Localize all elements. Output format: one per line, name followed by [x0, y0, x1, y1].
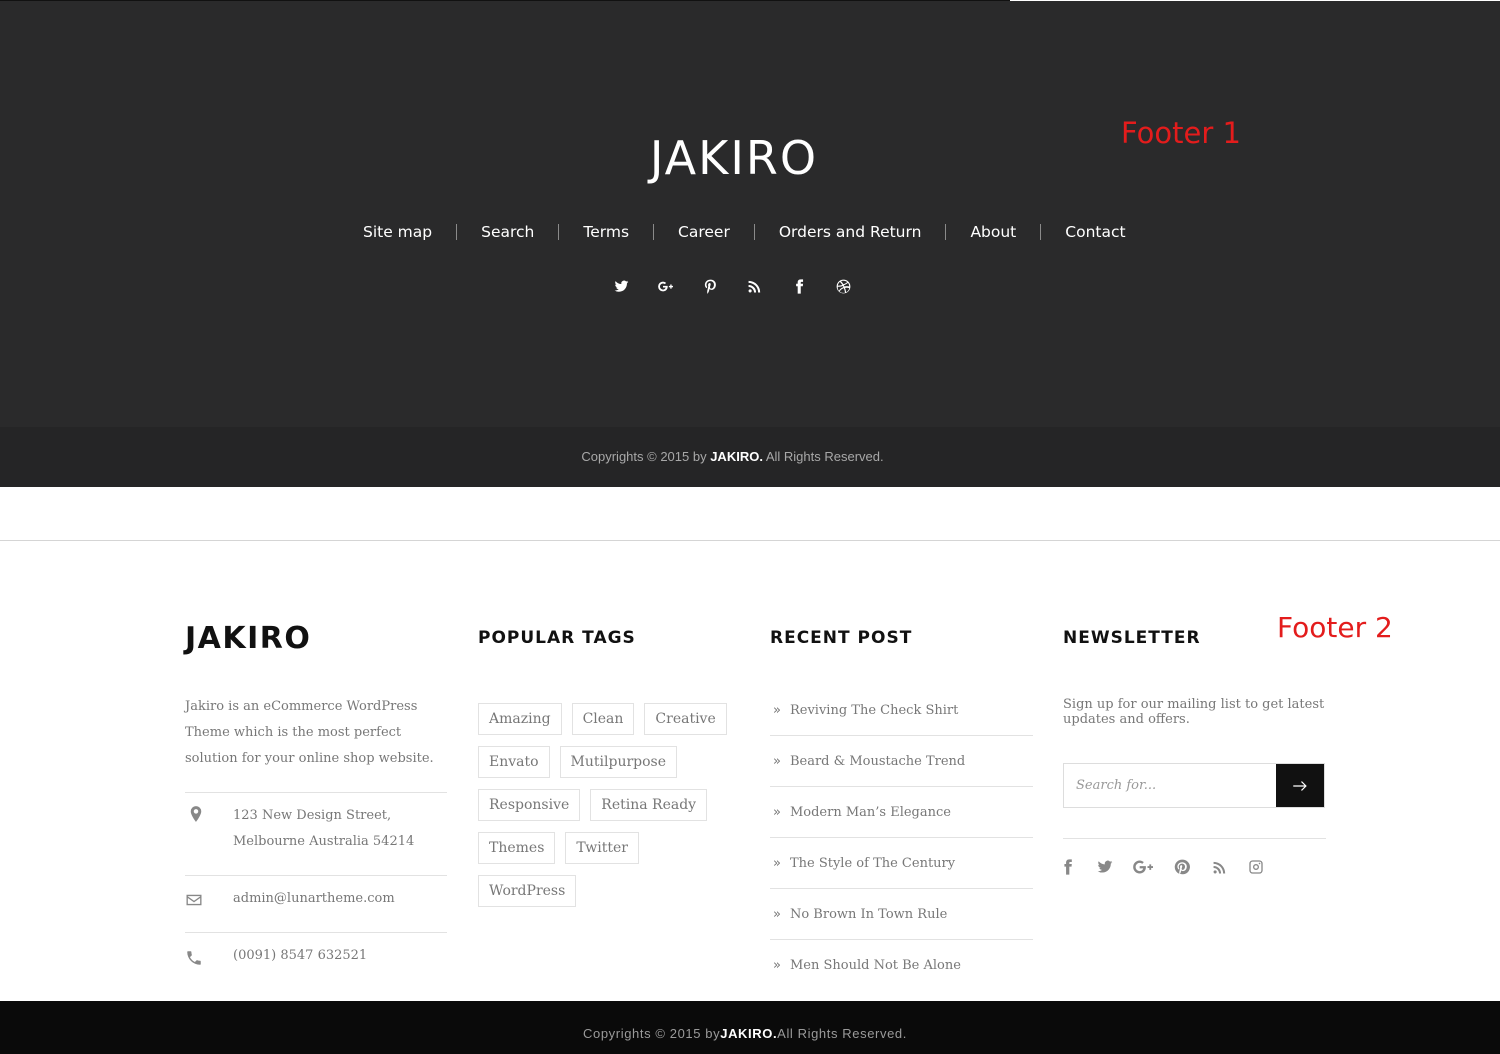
footer1-copyright: Copyrights © 2015 by JAKIRO. All Rights … — [0, 427, 1500, 487]
nav-orders-and-return[interactable]: Orders and Return — [755, 221, 946, 243]
about-text: Jakiro is an eCommerce WordPress Theme w… — [185, 699, 434, 766]
address-line-1: 123 New Design Street, — [233, 808, 392, 823]
phone-row: (0091) 8547 632521 — [185, 932, 447, 992]
post-title: The Style of The Century — [789, 855, 956, 871]
tag-retina-ready[interactable]: Retina Ready — [590, 789, 708, 821]
copyright-brand[interactable]: JAKIRO. — [710, 449, 763, 464]
recent-post-item[interactable]: » No Brown In Town Rule — [770, 889, 1033, 940]
nav-site-map[interactable]: Site map — [339, 221, 456, 243]
double-chevron-icon: » — [773, 804, 781, 820]
address: 123 New Design Street, Melbourne Austral… — [233, 793, 414, 875]
recent-post-item[interactable]: » Men Should Not Be Alone — [770, 940, 1033, 991]
tag-cloud: Amazing Clean Creative Envato Mutilpurpo… — [478, 703, 738, 907]
map-pin-icon — [185, 793, 233, 875]
rss-icon[interactable] — [733, 272, 778, 300]
recent-post-item[interactable]: » Beard & Moustache Trend — [770, 736, 1033, 787]
double-chevron-icon: » — [773, 753, 781, 769]
nav-search[interactable]: Search — [457, 221, 558, 243]
footer1-annotation: Footer 1 — [1121, 116, 1241, 150]
mail-icon — [185, 876, 233, 932]
google-plus-icon[interactable] — [1132, 857, 1154, 877]
copyright-prefix: Copyrights © 2015 by — [583, 1026, 721, 1041]
newsletter-submit-button[interactable] — [1276, 764, 1324, 807]
post-title: Beard & Moustache Trend — [789, 753, 966, 769]
pinterest-icon[interactable] — [1173, 857, 1191, 877]
rss-icon[interactable] — [1210, 857, 1228, 877]
tag-wordpress[interactable]: WordPress — [478, 875, 577, 907]
tag-envato[interactable]: Envato — [478, 746, 550, 778]
instagram-icon[interactable] — [1247, 857, 1265, 877]
dribbble-icon[interactable] — [822, 272, 867, 300]
double-chevron-icon: » — [773, 958, 781, 973]
address-row: 123 New Design Street, Melbourne Austral… — [185, 792, 447, 875]
arrow-right-icon — [1293, 780, 1307, 791]
footer2-copyright: Copyrights © 2015 byJAKIRO.All Rights Re… — [0, 1001, 1500, 1054]
nav-terms[interactable]: Terms — [559, 221, 653, 243]
double-chevron-icon: » — [773, 702, 781, 718]
email-row: admin@lunartheme.com — [185, 875, 447, 932]
facebook-icon[interactable] — [1059, 857, 1077, 877]
footer-1: JAKIRO Footer 1 Site map Search Terms Ca… — [0, 0, 1500, 487]
tag-themes[interactable]: Themes — [478, 832, 556, 864]
recent-post-item[interactable]: » The Style of The Century — [770, 838, 1033, 889]
footer1-logo[interactable]: JAKIRO — [0, 130, 1468, 186]
post-title: Men Should Not Be Alone — [789, 958, 961, 973]
recent-post-item[interactable]: » Modern Man’s Elegance — [770, 787, 1033, 838]
twitter-icon[interactable] — [1096, 857, 1113, 877]
top-border-white — [1010, 0, 1500, 1]
copyright-suffix: All Rights Reserved. — [777, 1026, 907, 1041]
tag-amazing[interactable]: Amazing — [478, 703, 562, 735]
nav-about[interactable]: About — [946, 221, 1040, 243]
post-title: Reviving The Check Shirt — [789, 702, 959, 718]
tag-responsive[interactable]: Responsive — [478, 789, 581, 821]
twitter-icon[interactable] — [599, 272, 644, 300]
copyright-brand[interactable]: JAKIRO. — [720, 1026, 777, 1041]
phone-icon — [185, 933, 233, 992]
nav-career[interactable]: Career — [654, 221, 754, 243]
footer1-social — [599, 272, 866, 300]
pinterest-icon[interactable] — [688, 272, 733, 300]
facebook-icon[interactable] — [777, 272, 822, 300]
double-chevron-icon: » — [773, 906, 781, 922]
phone: (0091) 8547 632521 — [233, 948, 368, 963]
copyright-prefix: Copyrights © 2015 by — [581, 449, 711, 464]
email-link[interactable]: admin@lunartheme.com — [233, 876, 395, 932]
footer2-logo[interactable]: JAKIRO — [185, 621, 311, 656]
recent-post-item[interactable]: » Reviving The Check Shirt — [770, 685, 1033, 736]
tag-creative[interactable]: Creative — [644, 703, 727, 735]
newsletter-title: NEWSLETTER — [1063, 628, 1201, 648]
post-title: Modern Man’s Elegance — [789, 804, 951, 820]
tag-mutilpurpose[interactable]: Mutilpurpose — [559, 746, 678, 778]
recent-post-title: RECENT POST — [770, 628, 913, 648]
newsletter-divider — [1063, 838, 1326, 839]
recent-post-list: » Reviving The Check Shirt » Beard & Moust… — [770, 685, 1033, 991]
newsletter-form — [1063, 763, 1325, 808]
google-plus-icon[interactable] — [644, 272, 689, 300]
newsletter-description: Sign up for our mailing list to get late… — [1063, 697, 1325, 727]
footer1-nav: Site map Search Terms Career Orders and … — [339, 221, 1150, 243]
address-line-2: Melbourne Australia 54214 — [233, 834, 415, 849]
copyright-suffix: All Rights Reserved. — [762, 449, 884, 464]
tag-twitter[interactable]: Twitter — [565, 832, 639, 864]
newsletter-search-input[interactable] — [1064, 764, 1276, 807]
tag-clean[interactable]: Clean — [571, 703, 635, 735]
footer2-annotation: Footer 2 — [1277, 611, 1393, 644]
top-border — [0, 0, 1010, 1]
nav-contact[interactable]: Contact — [1041, 221, 1149, 243]
section-divider — [0, 540, 1500, 541]
double-chevron-icon: » — [773, 855, 781, 871]
post-title: No Brown In Town Rule — [789, 906, 948, 922]
popular-tags-title: POPULAR TAGS — [478, 628, 636, 648]
newsletter-social — [1059, 857, 1265, 877]
